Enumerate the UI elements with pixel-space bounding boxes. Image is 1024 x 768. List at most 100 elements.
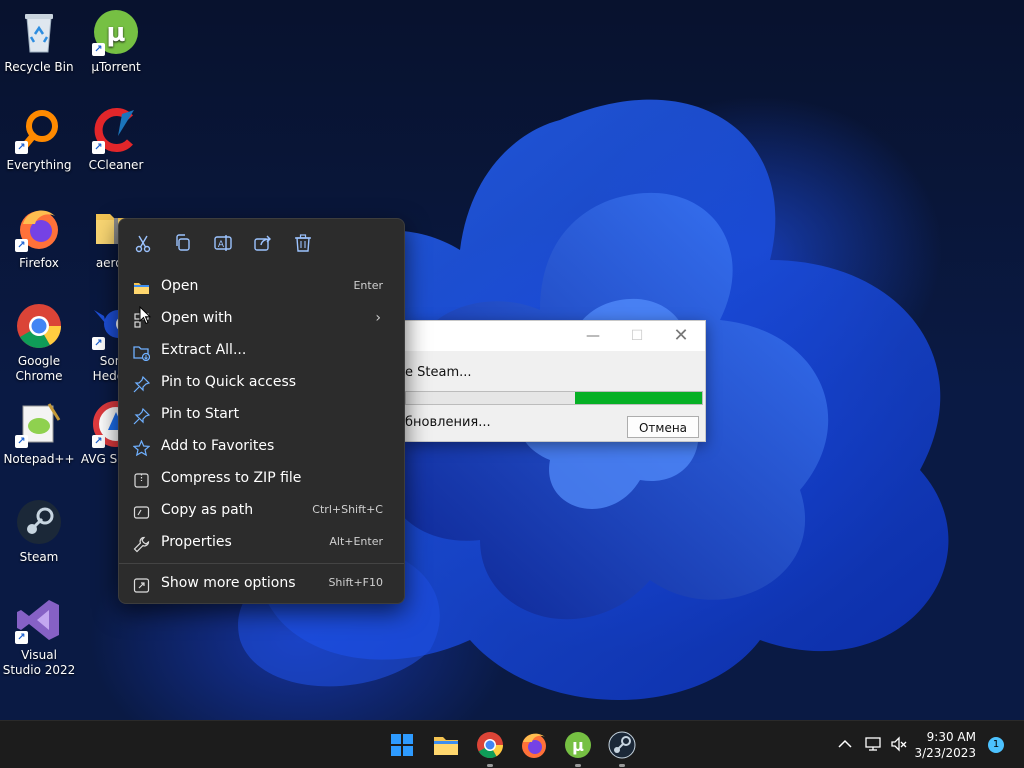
- menu-item-extract-all[interactable]: Extract All...: [125, 335, 397, 365]
- desktop-icon-label: Everything: [6, 158, 72, 172]
- desktop-icon-label: Recycle Bin: [4, 60, 74, 74]
- cancel-button[interactable]: Отмена: [627, 416, 699, 438]
- menu-item-open-with[interactable]: Open with ›: [125, 303, 397, 333]
- menu-item-label: Copy as path: [161, 502, 254, 518]
- network-icon[interactable]: [864, 735, 882, 753]
- desktop-icon-label: µTorrent: [91, 60, 141, 74]
- shortcut-arrow-icon: ↗: [15, 631, 28, 644]
- svg-text:A: A: [218, 240, 225, 250]
- desktop-icon-ccleaner[interactable]: ↗ CCleaner: [78, 100, 154, 173]
- shortcut-arrow-icon: ↗: [92, 141, 105, 154]
- desktop-icon-notepad-plus-plus[interactable]: ↗ Notepad++: [1, 394, 77, 467]
- zip-icon: [133, 470, 150, 488]
- menu-item-label: Pin to Start: [161, 406, 240, 422]
- running-indicator: [575, 764, 581, 767]
- clock[interactable]: 9:30 AM 3/23/2023: [914, 729, 976, 761]
- desktop-icon-everything[interactable]: ↗ Everything: [1, 100, 77, 173]
- running-indicator: [619, 764, 625, 767]
- chevron-right-icon: ›: [375, 310, 381, 326]
- shortcut-arrow-icon: ↗: [15, 239, 28, 252]
- pin-icon: [133, 374, 151, 393]
- menu-item-shortcut: Enter: [353, 279, 383, 292]
- menu-item-compress-zip[interactable]: Compress to ZIP file: [125, 463, 397, 493]
- desktop-icon-utorrent[interactable]: µ ↗ µTorrent: [78, 2, 154, 75]
- menu-item-label: Compress to ZIP file: [161, 470, 302, 486]
- desktop-icon-label: CCleaner: [88, 158, 144, 172]
- menu-item-shortcut: Ctrl+Shift+C: [312, 503, 383, 516]
- menu-item-add-to-favorites[interactable]: Add to Favorites: [125, 431, 397, 461]
- shortcut-arrow-icon: ↗: [92, 435, 105, 448]
- desktop-icon-recycle-bin[interactable]: Recycle Bin: [1, 2, 77, 75]
- dialog-status-text: e Steam...: [405, 365, 472, 380]
- menu-item-properties[interactable]: Properties Alt+Enter: [125, 527, 397, 557]
- menu-item-label: Open: [161, 278, 199, 294]
- desktop-icon-label: Steam: [19, 550, 59, 564]
- ccleaner-icon: ↗: [92, 106, 140, 154]
- dialog-titlebar[interactable]: — ☐ ✕: [405, 321, 705, 351]
- menu-item-label: Show more options: [161, 575, 296, 591]
- taskbar: µ 9:30 AM 3/23/2023 1: [0, 720, 1024, 768]
- steam-icon[interactable]: [606, 729, 638, 767]
- shortcut-arrow-icon: ↗: [92, 337, 105, 350]
- tray-overflow-chevron-up-icon[interactable]: [836, 735, 854, 753]
- star-icon: [132, 438, 151, 457]
- menu-item-label: Add to Favorites: [161, 438, 275, 454]
- utorrent-icon: µ ↗: [92, 8, 140, 56]
- firefox-icon: ↗: [15, 204, 63, 252]
- svg-text:µ: µ: [572, 736, 584, 755]
- share-icon[interactable]: [251, 231, 275, 255]
- desktop-icon-firefox[interactable]: ↗ Firefox: [1, 198, 77, 271]
- steam-icon: [15, 498, 63, 546]
- progress-bar-fill: [574, 392, 702, 404]
- running-indicator: [487, 764, 493, 767]
- menu-item-open[interactable]: Open Enter: [125, 271, 397, 301]
- copy-path-icon: [133, 502, 150, 519]
- menu-item-show-more-options[interactable]: Show more options Shift+F10: [125, 568, 397, 598]
- desktop-icon-steam[interactable]: Steam: [1, 492, 77, 565]
- everything-search-icon: ↗: [15, 106, 63, 154]
- menu-item-shortcut: Shift+F10: [328, 576, 383, 589]
- desktop-icon-visual-studio-2022[interactable]: ↗ Visual Studio 2022: [1, 590, 77, 678]
- clock-date: 3/23/2023: [914, 746, 976, 760]
- menu-item-pin-quick-access[interactable]: Pin to Quick access: [125, 367, 397, 397]
- close-button[interactable]: ✕: [661, 325, 701, 347]
- menu-item-shortcut: Alt+Enter: [329, 535, 383, 548]
- desktop-icon-label: Notepad++: [3, 452, 75, 466]
- volume-muted-icon[interactable]: [890, 735, 908, 753]
- wrench-icon: [133, 534, 150, 553]
- trash-icon[interactable]: [291, 231, 315, 255]
- notification-badge[interactable]: 1: [988, 737, 1004, 753]
- visual-studio-icon: ↗: [15, 596, 63, 644]
- rename-icon[interactable]: A: [211, 231, 235, 255]
- start-icon[interactable]: [386, 729, 418, 761]
- menu-item-pin-to-start[interactable]: Pin to Start: [125, 399, 397, 429]
- mouse-pointer-icon: [139, 305, 152, 329]
- chrome-icon[interactable]: [474, 729, 506, 767]
- context-menu-toolbar: A: [119, 219, 404, 265]
- minimize-button[interactable]: —: [573, 325, 613, 347]
- menu-item-label: Open with: [161, 310, 233, 326]
- svg-text:µ: µ: [106, 18, 125, 48]
- menu-item-label: Pin to Quick access: [161, 374, 297, 390]
- clock-time: 9:30 AM: [926, 730, 976, 744]
- notepad-plus-plus-icon: ↗: [15, 400, 63, 448]
- desktop-icon-google-chrome[interactable]: Google Chrome: [1, 296, 77, 384]
- menu-separator: [119, 563, 404, 564]
- update-progress-bar: [405, 391, 703, 405]
- more-options-icon: [133, 575, 150, 593]
- desktop-icon-label: Google Chrome: [15, 354, 63, 383]
- menu-item-label: Extract All...: [161, 342, 247, 358]
- cut-icon[interactable]: [131, 231, 155, 255]
- context-menu: A Open Enter Open with › Extract All... …: [118, 218, 405, 604]
- menu-item-label: Properties: [161, 534, 232, 550]
- firefox-icon[interactable]: [518, 729, 550, 761]
- copy-icon[interactable]: [171, 231, 195, 255]
- shortcut-arrow-icon: ↗: [15, 435, 28, 448]
- utorrent-icon[interactable]: µ: [562, 729, 594, 767]
- extract-icon: [133, 342, 151, 362]
- maximize-button: ☐: [630, 328, 644, 344]
- dialog-substatus-text: бновления...: [405, 415, 491, 430]
- menu-item-copy-as-path[interactable]: Copy as path Ctrl+Shift+C: [125, 495, 397, 525]
- steam-update-dialog: — ☐ ✕ e Steam... бновления... Отмена: [404, 320, 706, 442]
- file-explorer-icon[interactable]: [430, 729, 462, 761]
